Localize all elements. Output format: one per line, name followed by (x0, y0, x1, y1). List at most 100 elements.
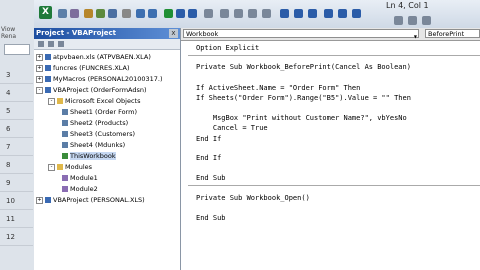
procedure-dropdown[interactable]: BeforePrint (425, 29, 480, 38)
tree-node[interactable]: + VBAProject (PERSONAL.XLS) (36, 196, 145, 205)
paste-icon[interactable] (108, 9, 117, 18)
step-into-icon[interactable] (280, 9, 289, 18)
save-icon[interactable] (70, 9, 79, 18)
tree-node-label: funcres (FUNCRES.XLA) (53, 64, 130, 72)
chevron-down-icon: ▼ (413, 34, 417, 39)
project-explorer: Project - VBAProject x + atpvbaen.xls (AT… (34, 28, 181, 270)
row-number[interactable]: 4 (0, 84, 33, 102)
toggle-folders-icon[interactable] (58, 41, 64, 47)
expand-icon[interactable]: + (36, 75, 43, 83)
comment-icon[interactable] (422, 16, 431, 25)
object-dropdown[interactable]: Workbook ▼ (183, 29, 419, 39)
project-explorer-toolbar (34, 39, 180, 50)
module-icon (57, 98, 63, 104)
expand-icon[interactable]: + (36, 196, 43, 204)
tree-node-label: Sheet4 (Mdunks) (70, 141, 126, 149)
excel-icon[interactable]: X (39, 6, 52, 19)
code-line[interactable]: End Sub (196, 174, 226, 183)
expand-icon[interactable]: + (36, 53, 43, 61)
code-line[interactable]: Private Sub Workbook_Open() (196, 194, 310, 203)
tree-node[interactable]: Module1 (62, 174, 98, 183)
tree-node-label: VBAProject (PERSONAL.XLS) (53, 196, 145, 204)
outdent-icon[interactable] (408, 16, 417, 25)
module-icon (62, 120, 68, 126)
code-line[interactable]: End If (196, 135, 221, 144)
redo-icon[interactable] (148, 9, 157, 18)
tree-node[interactable]: Module2 (62, 185, 98, 194)
row-number[interactable]: 5 (0, 102, 33, 120)
row-number[interactable]: 7 (0, 138, 33, 156)
view-object-icon[interactable] (48, 41, 54, 47)
view-code-icon[interactable] (38, 41, 44, 47)
procedure-separator (188, 55, 480, 56)
code-line[interactable]: If Sheets("Order Form").Range("B5").Valu… (196, 94, 411, 103)
name-box[interactable] (4, 44, 30, 55)
module-icon (45, 54, 51, 60)
tree-node[interactable]: + atpvbaen.xls (ATPVBAEN.XLA) (36, 53, 151, 62)
code-combo-row: Workbook ▼ BeforePrint (181, 28, 480, 41)
break-icon[interactable] (176, 9, 185, 18)
code-line[interactable]: MsgBox "Print without Customer Name?", v… (196, 114, 407, 123)
code-line[interactable]: End Sub (196, 214, 226, 223)
indent-icon[interactable] (394, 16, 403, 25)
properties-icon[interactable] (234, 9, 243, 18)
module-icon (45, 76, 51, 82)
tree-node[interactable]: Sheet2 (Products) (62, 119, 128, 128)
row-number[interactable]: 6 (0, 120, 33, 138)
code-line[interactable]: If ActiveSheet.Name = "Order Form" Then (196, 84, 360, 93)
close-icon[interactable]: x (169, 29, 178, 38)
code-line[interactable]: End If (196, 154, 221, 163)
expand-icon[interactable]: + (36, 64, 43, 72)
tree-node[interactable]: + funcres (FUNCRES.XLA) (36, 64, 130, 73)
code-line[interactable]: Cancel = True (196, 124, 268, 133)
reset-icon[interactable] (188, 9, 197, 18)
collapse-icon[interactable]: - (48, 97, 55, 105)
tree-node-label: Sheet2 (Products) (70, 119, 129, 127)
tree-node[interactable]: - Modules (48, 163, 92, 172)
project-explorer-title-text: Project - VBAProject (36, 29, 117, 37)
call-stack-icon[interactable] (352, 9, 361, 18)
code-line[interactable]: Option Explicit (196, 44, 259, 53)
row-number[interactable]: 9 (0, 174, 33, 192)
procedure-separator (188, 185, 480, 186)
toggle-breakpoint-icon[interactable] (324, 9, 333, 18)
tree-node-label: Module2 (70, 185, 98, 193)
module-icon (45, 65, 51, 71)
module-icon (45, 197, 51, 203)
row-number[interactable]: 11 (0, 210, 33, 228)
run-icon[interactable] (164, 9, 173, 18)
tree-node-label: ThisWorkbook (70, 152, 116, 160)
view-label: Viow Rena (1, 26, 17, 40)
tree-node[interactable]: + MyMacros (PERSONAL20100317.) (36, 75, 163, 84)
toolbox-icon[interactable] (262, 9, 271, 18)
object-browser-icon[interactable] (248, 9, 257, 18)
copy-icon[interactable] (96, 9, 105, 18)
tree-node[interactable]: Sheet1 (Order Form) (62, 108, 137, 117)
step-out-icon[interactable] (308, 9, 317, 18)
undo-icon[interactable] (136, 9, 145, 18)
module-icon (62, 175, 68, 181)
quick-watch-icon[interactable] (338, 9, 347, 18)
step-over-icon[interactable] (294, 9, 303, 18)
module-icon (62, 142, 68, 148)
excel-background-strip: Viow Rena 3 4 5 6 7 8 9 10 11 12 (0, 0, 35, 270)
row-number[interactable]: 3 (0, 66, 33, 84)
row-number[interactable]: 12 (0, 228, 33, 246)
collapse-icon[interactable]: - (36, 86, 43, 94)
row-number[interactable]: 10 (0, 192, 33, 210)
cut-icon[interactable] (84, 9, 93, 18)
tree-node[interactable]: - Microsoft Excel Objects (48, 97, 141, 106)
design-mode-icon[interactable] (204, 9, 213, 18)
insert-icon[interactable] (58, 9, 67, 18)
find-icon[interactable] (122, 9, 131, 18)
tree-node[interactable]: Sheet4 (Mdunks) (62, 141, 125, 150)
tree-node[interactable]: - VBAProject (OrderFormAdsn) (36, 86, 147, 95)
row-numbers: 3 4 5 6 7 8 9 10 11 12 (0, 66, 33, 246)
tree-node-label: Module1 (70, 174, 98, 182)
code-line[interactable]: Private Sub Workbook_BeforePrint(Cancel … (196, 63, 411, 72)
collapse-icon[interactable]: - (48, 163, 55, 171)
row-number[interactable]: 8 (0, 156, 33, 174)
project-explorer-icon[interactable] (220, 9, 229, 18)
tree-node[interactable]: ThisWorkbook (62, 152, 116, 161)
tree-node[interactable]: Sheet3 (Customers) (62, 130, 135, 139)
